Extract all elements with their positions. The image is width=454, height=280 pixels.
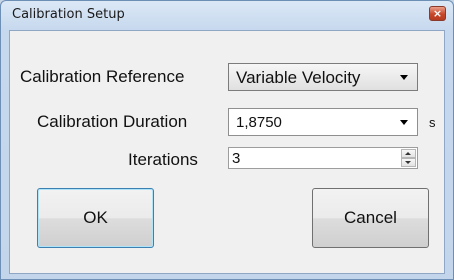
- calibration-reference-dropdown[interactable]: Variable Velocity: [228, 63, 418, 91]
- close-button[interactable]: ×: [429, 6, 446, 21]
- title-bar[interactable]: Calibration Setup ×: [1, 1, 453, 29]
- stepper-controls: [401, 149, 416, 167]
- window-title: Calibration Setup: [12, 7, 125, 22]
- iterations-value: 3: [232, 150, 241, 167]
- calibration-reference-label: Calibration Reference: [20, 67, 185, 86]
- cancel-button[interactable]: Cancel: [312, 188, 429, 248]
- calibration-duration-label: Calibration Duration: [37, 112, 188, 131]
- chevron-down-icon: [400, 120, 408, 125]
- chevron-down-icon: [400, 75, 408, 80]
- dialog-body: Calibration Reference Variable Velocity …: [9, 30, 445, 274]
- iterations-label: Iterations: [128, 150, 198, 169]
- calibration-duration-value: 1,8750: [236, 114, 282, 131]
- chevron-down-icon: [405, 161, 411, 164]
- ok-button-label: OK: [83, 208, 108, 227]
- cancel-button-label: Cancel: [344, 208, 397, 227]
- chevron-up-icon: [405, 152, 411, 155]
- calibration-duration-dropdown[interactable]: 1,8750: [228, 108, 418, 136]
- ok-button[interactable]: OK: [37, 188, 154, 248]
- increment-button[interactable]: [401, 149, 416, 158]
- calibration-setup-window: Calibration Setup × Calibration Referenc…: [0, 0, 454, 280]
- close-icon: ×: [432, 7, 443, 20]
- calibration-reference-value: Variable Velocity: [236, 68, 361, 87]
- iterations-stepper[interactable]: 3: [228, 147, 418, 169]
- duration-unit: s: [429, 115, 436, 130]
- decrement-button[interactable]: [401, 158, 416, 167]
